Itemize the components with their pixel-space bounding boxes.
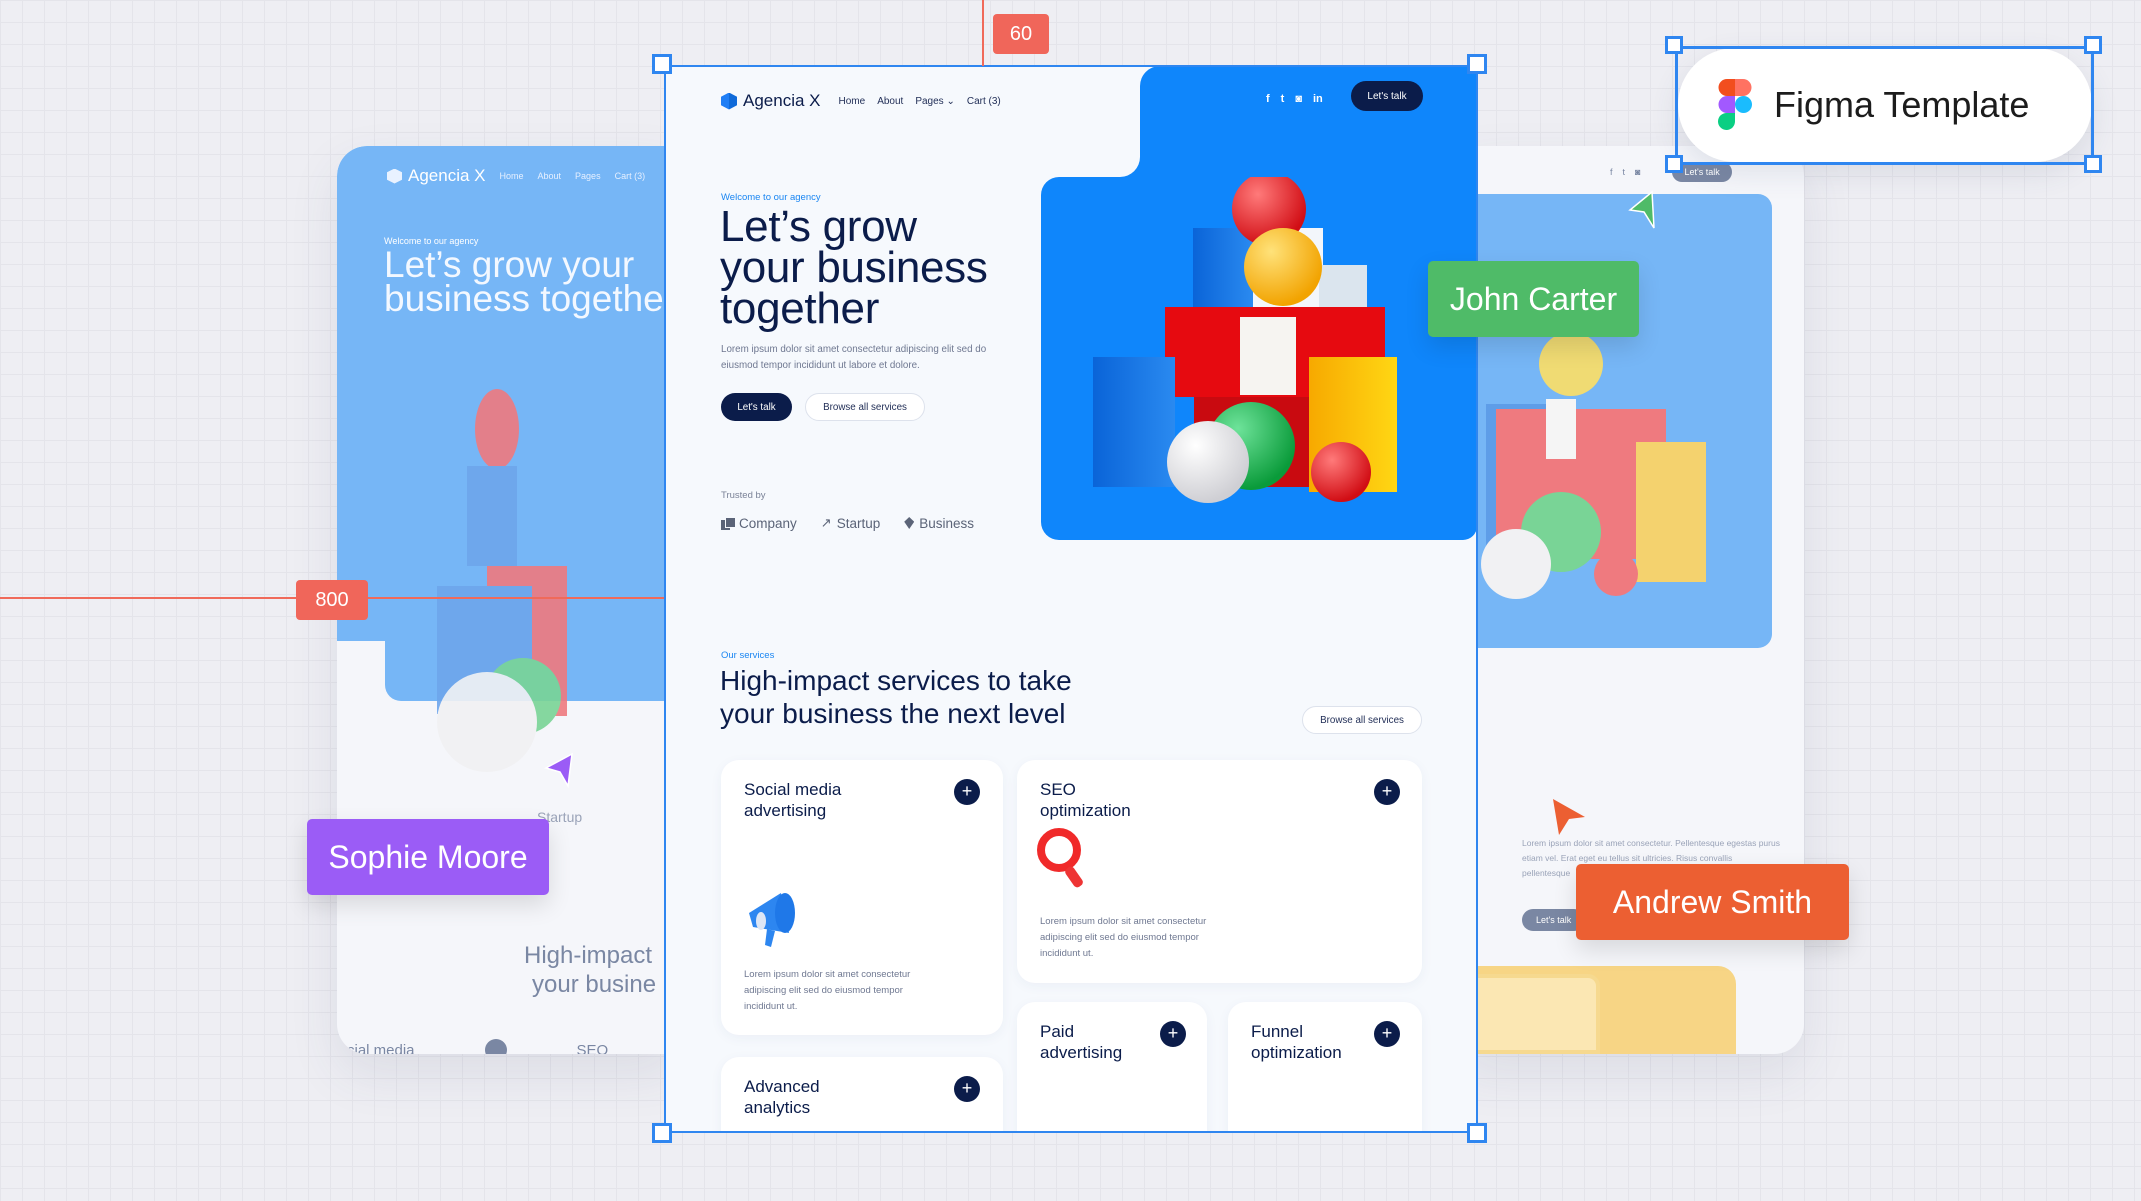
resize-handle-bottom-left[interactable] xyxy=(652,1123,672,1143)
plus-icon[interactable]: + xyxy=(1374,779,1400,805)
service-card-desc: Lorem ipsum dolor sit amet consectetur a… xyxy=(1040,916,1207,959)
nav-about[interactable]: About xyxy=(877,96,903,107)
nav-home[interactable]: Home xyxy=(839,96,866,107)
hero-3d-blocks-image xyxy=(1093,177,1397,503)
hero-title: Let’s grow your business together xyxy=(720,202,988,333)
left-hero-title: Let’s grow your business together xyxy=(384,244,677,319)
service-card-title: SEO optimization xyxy=(1040,780,1131,820)
figma-template-label: Figma Template xyxy=(1774,84,2030,125)
service-card-advanced-analytics[interactable]: Advanced analytics + xyxy=(721,1057,1003,1132)
figma-template-badge: Figma Template xyxy=(1678,48,2092,162)
trend-up-icon: ↗ xyxy=(820,515,832,530)
trusted-company: Company xyxy=(721,516,797,531)
service-card-social-media[interactable]: Social media advertising + Lorem ipsum d… xyxy=(721,760,1003,1035)
facebook-icon[interactable]: f xyxy=(1266,93,1270,105)
hero-lead-text: Lorem ipsum dolor sit amet consectetur a… xyxy=(721,344,987,371)
left-navbar: Agencia X Home About Pages Cart (3) xyxy=(387,166,645,186)
collaborator-tag-john: John Carter xyxy=(1428,261,1639,337)
left-logo: Agencia X xyxy=(387,166,486,186)
cursor-sophie-icon xyxy=(544,752,573,789)
badge-handle-bottom-left[interactable] xyxy=(1665,155,1683,173)
linkedin-icon[interactable]: in xyxy=(1313,93,1323,105)
resize-handle-bottom-right[interactable] xyxy=(1467,1123,1487,1143)
cursor-john-icon xyxy=(1628,190,1655,229)
logo[interactable]: Agencia X xyxy=(721,91,821,111)
spacing-label-top: 60 xyxy=(993,14,1049,54)
service-card-paid-advertising[interactable]: Paid advertising + xyxy=(1017,1002,1207,1132)
plus-icon[interactable]: + xyxy=(954,1076,980,1102)
nav-cart[interactable]: Cart (3) xyxy=(967,96,1001,107)
hero-lets-talk-button[interactable]: Let's talk xyxy=(721,393,792,421)
social-links: f t ◙ in xyxy=(1266,93,1323,105)
trusted-startup: ↗ Startup xyxy=(820,515,881,531)
plus-icon[interactable]: + xyxy=(1374,1021,1400,1047)
left-nav-about: About xyxy=(537,171,562,181)
services-eyebrow: Our services xyxy=(721,650,775,661)
nav-links: Home About Pages ⌄ Cart (3) xyxy=(839,96,1001,107)
badge-handle-top-left[interactable] xyxy=(1665,36,1683,54)
service-card-title: Advanced analytics xyxy=(744,1077,820,1117)
instagram-icon[interactable]: ◙ xyxy=(1295,93,1302,105)
figma-logo-icon xyxy=(1718,79,1752,130)
main-website-frame[interactable]: Agencia X Home About Pages ⌄ Cart (3) f … xyxy=(665,66,1477,1132)
service-card-title: Social media advertising xyxy=(744,780,842,820)
badge-handle-bottom-right[interactable] xyxy=(2084,155,2102,173)
company-logo-icon xyxy=(721,516,736,530)
hero-image-card xyxy=(1041,177,1477,540)
trusted-business: Business xyxy=(904,516,974,531)
blue-cube-top xyxy=(1193,228,1253,307)
left-services-row: cial media SEO xyxy=(347,1039,608,1054)
plus-icon[interactable]: + xyxy=(1160,1021,1186,1047)
twitter-icon[interactable]: t xyxy=(1281,93,1285,105)
service-card-title: Funnel optimization xyxy=(1251,1022,1342,1062)
nav-lets-talk-button[interactable]: Let's talk xyxy=(1351,81,1423,111)
megaphone-icon xyxy=(749,893,795,947)
right-yellow-inner-card xyxy=(1460,974,1600,1054)
left-services-title: High-impact your busine xyxy=(524,942,657,998)
service-card-title: Paid advertising xyxy=(1040,1022,1123,1062)
plus-icon xyxy=(484,1039,507,1054)
logo-cube-icon xyxy=(721,92,737,110)
service-card-seo[interactable]: SEO optimization + Lorem ipsum dolor sit… xyxy=(1017,760,1422,983)
left-nav-cart: Cart (3) xyxy=(614,171,646,181)
service-card-funnel-optimization[interactable]: Funnel optimization + xyxy=(1228,1002,1422,1132)
plus-icon[interactable]: + xyxy=(954,779,980,805)
service-card-desc: Lorem ipsum dolor sit amet consectetur a… xyxy=(744,969,911,1012)
left-nav-pages: Pages xyxy=(575,171,601,181)
left-nav-home: Home xyxy=(499,171,524,181)
services-browse-button[interactable]: Browse all services xyxy=(1302,706,1422,734)
resize-handle-top-left[interactable] xyxy=(652,54,672,74)
collaborator-tag-sophie: Sophie Moore xyxy=(307,819,549,895)
badge-handle-top-right[interactable] xyxy=(2084,36,2102,54)
chevron-down-icon: ⌄ xyxy=(946,95,955,107)
logo-cube-icon xyxy=(387,168,402,184)
twitter-icon: t xyxy=(1622,167,1626,177)
magnifier-icon xyxy=(1037,828,1083,888)
resize-handle-top-right[interactable] xyxy=(1467,54,1487,74)
business-logo-icon xyxy=(904,517,915,529)
hero-browse-services-button[interactable]: Browse all services xyxy=(805,393,925,421)
collaborator-tag-andrew: Andrew Smith xyxy=(1576,864,1849,940)
nav-pages[interactable]: Pages ⌄ xyxy=(915,96,955,107)
navbar: Agencia X Home About Pages ⌄ Cart (3) xyxy=(721,86,1001,116)
spacing-label-left: 800 xyxy=(296,580,368,620)
instagram-icon: ◙ xyxy=(1635,167,1641,177)
facebook-icon: f xyxy=(1610,167,1613,177)
trusted-by-label: Trusted by xyxy=(721,490,766,501)
left-preview-frame: Agencia X Home About Pages Cart (3) Welc… xyxy=(337,146,677,1054)
trusted-logos: Company ↗ Startup Business xyxy=(721,515,974,531)
hero-corner-curve xyxy=(1120,157,1140,177)
services-title: High-impact services to take your busine… xyxy=(720,665,1072,729)
cursor-andrew-icon xyxy=(1553,799,1585,835)
spacing-ruler-vertical xyxy=(982,0,984,66)
